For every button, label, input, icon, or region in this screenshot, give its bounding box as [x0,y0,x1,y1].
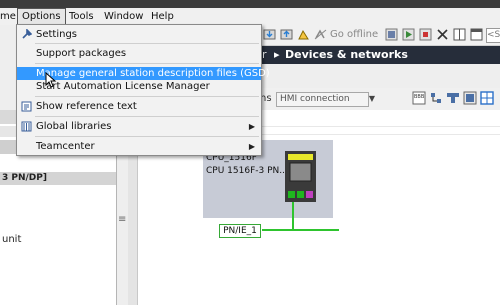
settings-icon [22,29,32,39]
breadcrumb-separator: ▸ [274,48,280,61]
go-offline-button[interactable]: Go offline [330,29,378,40]
menu-window[interactable]: Window [104,8,143,25]
toolbar-start-cpu-icon[interactable] [402,28,415,41]
menu-item-teamcenter[interactable]: Teamcenter ▶ [17,140,261,153]
toolbar-upload-icon[interactable] [280,28,293,41]
network-label[interactable]: PN/IE_1 [219,224,261,238]
reference-text-icon [21,101,32,112]
main-toolbar: Go offline <Sea [260,25,500,46]
title-bar [0,0,500,8]
svg-text:BBB: BBB [414,94,425,100]
menu-separator [35,136,259,137]
network-link [292,202,294,229]
connections-icon[interactable] [429,91,443,105]
network-overview-icon[interactable]: BBB [412,91,426,105]
breadcrumb-fragment[interactable]: r [262,46,267,64]
menu-item-settings[interactable]: Settings [17,28,261,41]
relations-icon[interactable] [446,91,460,105]
device-type: CPU 1516F-3 PN... [206,166,288,176]
menu-bar: me Options Tools Window Help [0,8,500,25]
toolbar-stop-cpu-icon[interactable] [419,28,432,41]
list-item[interactable]: unit [2,234,21,245]
library-icon [21,121,32,132]
device-header-fragment: 3 PN/DP] [2,173,47,183]
chevron-down-icon[interactable]: ▼ [367,92,377,105]
menu-options[interactable]: Options [17,8,66,25]
options-dropdown-menu: Settings Support packages Manage general… [16,24,270,156]
menu-separator [35,116,259,117]
toolbar-download-icon[interactable] [263,28,276,41]
mouse-cursor-icon [45,72,57,88]
go-offline-icon[interactable] [314,28,327,41]
toolbar-go-online-icon[interactable] [297,28,310,41]
menu-tools[interactable]: Tools [69,8,94,25]
menu-separator [35,43,259,44]
menu-help[interactable]: Help [151,8,174,25]
grid-view-icon[interactable] [480,91,494,105]
io-communication-icon[interactable] [463,91,477,105]
toolbar-window-icon[interactable] [470,28,483,41]
cpu-module-icon[interactable] [285,151,316,202]
menu-home-fragment[interactable]: me [0,8,16,25]
menu-item-support-packages[interactable]: Support packages [17,47,261,60]
splitter-grip-icon[interactable]: ≡ [118,215,128,225]
search-input[interactable]: <Sea [486,28,500,43]
toolbar-split-editor-icon[interactable] [453,28,466,41]
toolbar-cross-reference-icon[interactable] [436,28,449,41]
menu-item-show-reference-text[interactable]: Show reference text [17,100,261,113]
breadcrumb-bar: r ▸ Devices & networks [260,46,500,64]
menu-item-global-libraries[interactable]: Global libraries ▶ [17,120,261,133]
profinet-subnet-line[interactable] [262,229,339,231]
toolbar-accessible-devices-icon[interactable] [385,28,398,41]
menu-separator [35,96,259,97]
page-title: Devices & networks [285,48,408,61]
menu-separator [35,63,259,64]
submenu-arrow-icon: ▶ [248,122,255,131]
connection-type-select[interactable]: HMI connection [276,92,369,107]
device-properties-header: 3 PN/DP] [0,172,116,185]
submenu-arrow-icon: ▶ [248,142,255,151]
